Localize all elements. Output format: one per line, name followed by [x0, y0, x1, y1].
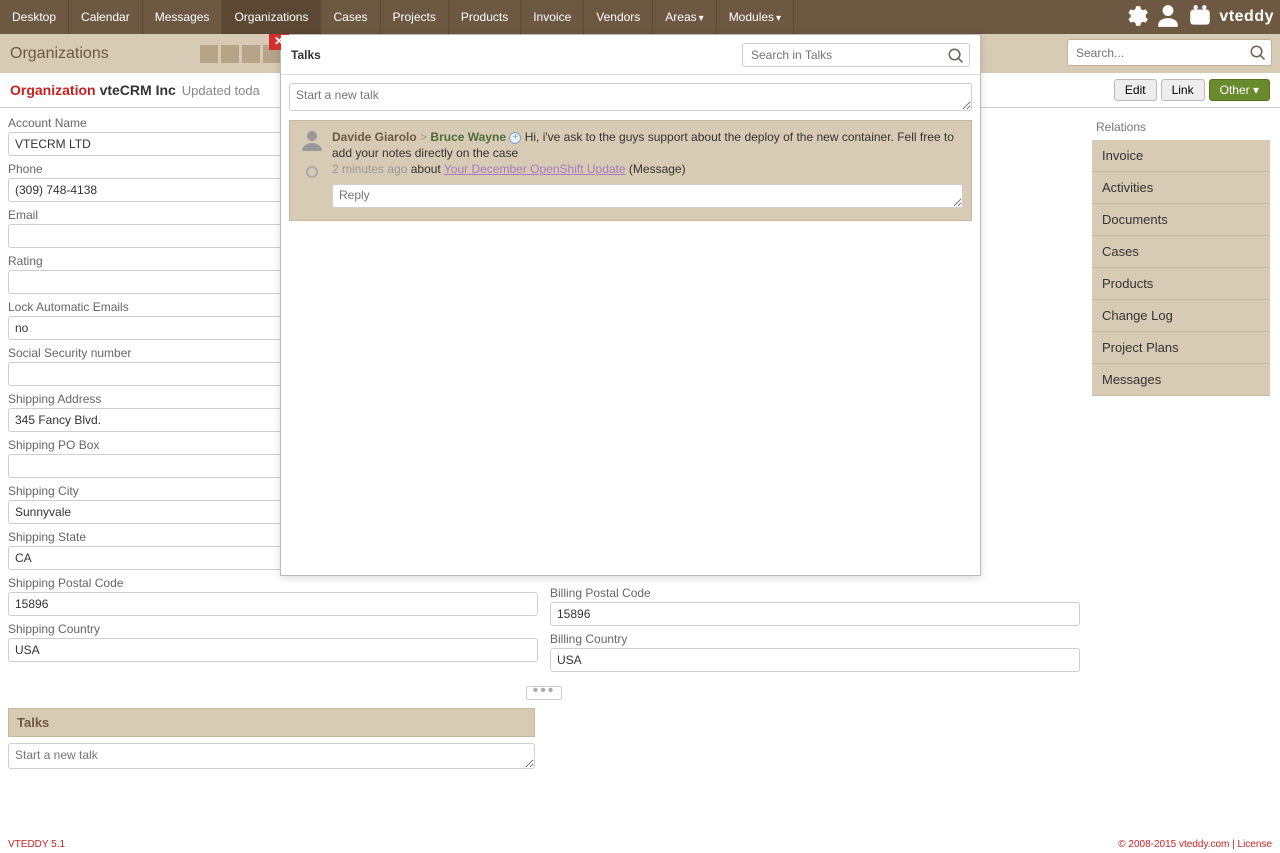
caret-icon: ▾	[776, 13, 781, 24]
nav-projects[interactable]: Projects	[381, 0, 449, 34]
field-value[interactable]: USA	[8, 638, 538, 662]
search-icon[interactable]	[1247, 42, 1269, 64]
link-button[interactable]: Link	[1161, 79, 1205, 101]
calendar-view-icon[interactable]	[221, 45, 239, 63]
nav-messages[interactable]: Messages	[143, 0, 223, 34]
caret-icon: ▾	[699, 13, 704, 24]
add-icon[interactable]: +	[509, 132, 521, 144]
footer: VTEDDY 5.1 © 2008-2015 vteddy.com | Lice…	[8, 839, 1272, 850]
nav-areas-label: Areas	[665, 10, 696, 24]
talk-time: 2 minutes ago	[332, 162, 407, 176]
talk-item: Davide Giarolo > Bruce Wayne + Hi, i've …	[289, 120, 972, 221]
search-icon[interactable]	[945, 45, 967, 67]
talk-link[interactable]: Your December OpenShift Update	[444, 162, 626, 176]
record-name: vteCRM Inc	[100, 82, 176, 98]
avatar-icon	[300, 129, 324, 156]
record-updated: Updated toda	[182, 83, 260, 98]
field-label: Billing Country	[550, 632, 1080, 646]
talk-from[interactable]: Davide Giarolo	[332, 130, 417, 144]
popup-new-talk-input[interactable]	[289, 83, 972, 111]
other-button-label: Other	[1220, 83, 1250, 97]
nav-modules[interactable]: Modules▾	[717, 0, 794, 34]
talks-heading: Talks	[17, 715, 526, 730]
top-nav: Desktop Calendar Messages Organizations …	[0, 0, 1280, 34]
nav-areas[interactable]: Areas▾	[653, 0, 716, 34]
status-ring-icon	[306, 166, 318, 178]
expand-toggle[interactable]: •••	[526, 686, 562, 700]
kanban-view-icon[interactable]	[242, 45, 260, 63]
relation-cases[interactable]: Cases	[1092, 236, 1270, 268]
global-search-input[interactable]	[1067, 39, 1272, 66]
nav-invoice[interactable]: Invoice	[521, 0, 584, 34]
talks-popup: ✕ Talks Davide Giarolo > Bruce Wayne + H…	[280, 34, 981, 576]
talks-section: Talks	[8, 708, 535, 737]
talk-type: (Message)	[629, 162, 686, 176]
relations-heading: Relations	[1092, 116, 1270, 140]
popup-title: Talks	[291, 48, 321, 62]
nav-desktop[interactable]: Desktop	[0, 0, 69, 34]
field-label: Shipping Country	[8, 622, 538, 636]
nav-organizations[interactable]: Organizations	[222, 0, 321, 34]
reply-input[interactable]	[332, 184, 963, 208]
caret-icon: ▾	[1253, 83, 1259, 97]
relation-messages[interactable]: Messages	[1092, 364, 1270, 396]
brand-text: vteddy	[1219, 8, 1274, 26]
nav-modules-label: Modules	[729, 10, 774, 24]
relation-documents[interactable]: Documents	[1092, 204, 1270, 236]
relation-project-plans[interactable]: Project Plans	[1092, 332, 1270, 364]
field-value[interactable]: 15896	[8, 592, 538, 616]
edit-button[interactable]: Edit	[1114, 79, 1157, 101]
page-title: Organizations	[10, 45, 109, 63]
record-type-label: Organization	[10, 82, 96, 98]
talk-about-label: about	[411, 162, 441, 176]
user-icon[interactable]	[1155, 3, 1181, 32]
relation-activities[interactable]: Activities	[1092, 172, 1270, 204]
other-button[interactable]: Other ▾	[1209, 79, 1270, 101]
relation-products[interactable]: Products	[1092, 268, 1270, 300]
nav-vendors[interactable]: Vendors	[584, 0, 653, 34]
field-value[interactable]: 15896	[550, 602, 1080, 626]
field-label: Shipping Postal Code	[8, 576, 538, 590]
nav-cases[interactable]: Cases	[321, 0, 380, 34]
talk-to[interactable]: Bruce Wayne	[430, 130, 506, 144]
copyright-link[interactable]: © 2008-2015 vteddy.com | License	[1118, 839, 1272, 850]
version-text: VTEDDY 5.1	[8, 839, 65, 850]
popup-search-input[interactable]	[742, 43, 970, 67]
field-value[interactable]: USA	[550, 648, 1080, 672]
relations-sidebar: Relations Invoice Activities Documents C…	[1088, 108, 1280, 853]
gear-icon[interactable]	[1123, 3, 1149, 32]
relation-change-log[interactable]: Change Log	[1092, 300, 1270, 332]
relation-invoice[interactable]: Invoice	[1092, 140, 1270, 172]
new-talk-input[interactable]	[8, 743, 535, 769]
arrow-icon: >	[420, 130, 427, 144]
list-view-icon[interactable]	[200, 45, 218, 63]
field-label: Billing Postal Code	[550, 586, 1080, 600]
nav-calendar[interactable]: Calendar	[69, 0, 143, 34]
logo-icon	[1187, 3, 1213, 32]
global-search	[1067, 39, 1272, 66]
nav-products[interactable]: Products	[449, 0, 521, 34]
